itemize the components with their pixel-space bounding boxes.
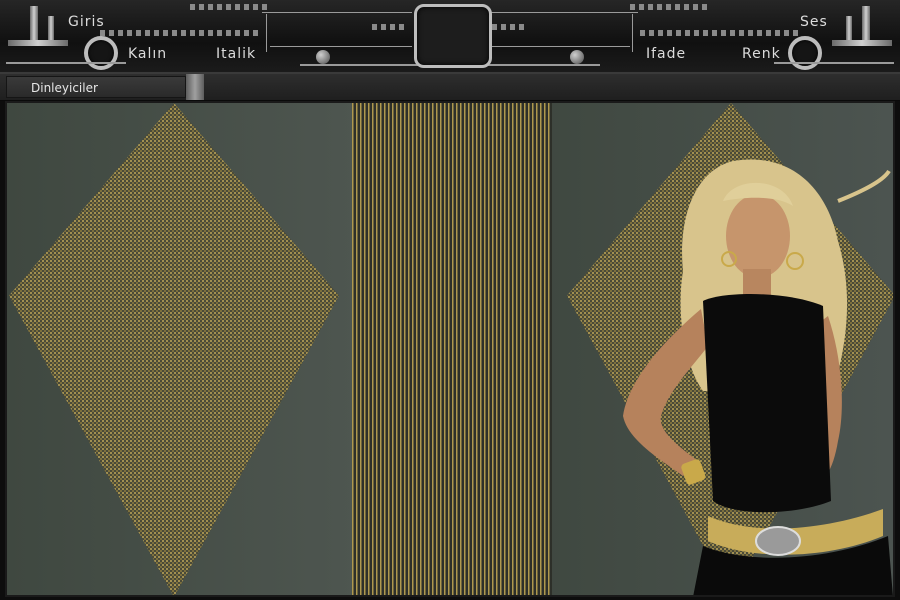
- tab-bar: Dinleyiciler: [0, 74, 900, 101]
- knob-left-icon: [84, 36, 118, 70]
- emoticon-button[interactable]: Ifade: [646, 46, 686, 62]
- left-diamond-decoration: [9, 103, 339, 595]
- right-arc-line: [774, 62, 894, 64]
- left-pillar-decoration: [30, 6, 38, 40]
- sound-button[interactable]: Ses: [800, 14, 828, 30]
- inner-dots-right: [492, 24, 528, 30]
- top-dots-left: [190, 4, 270, 10]
- right-pillar-decoration-2: [846, 16, 852, 40]
- rule-right: [488, 12, 638, 13]
- right-bead: [570, 50, 584, 64]
- rule-left: [262, 12, 412, 13]
- color-button[interactable]: Renk: [742, 46, 781, 62]
- inner-dots-left: [372, 24, 408, 30]
- vertical-mark-left: [266, 14, 267, 52]
- center-stripes-decoration: [352, 103, 552, 595]
- chat-content-area: [5, 101, 895, 597]
- italic-button[interactable]: Italik: [216, 46, 256, 62]
- center-screen-icon: [414, 4, 492, 68]
- bold-button[interactable]: Kalın: [128, 46, 167, 62]
- tab-listeners[interactable]: Dinleyiciler: [6, 76, 186, 98]
- toolbar: Giris Ses Kalın Italik Ifade Renk: [0, 0, 900, 74]
- knob-right-icon: [788, 36, 822, 70]
- right-pillar-decoration: [862, 6, 870, 40]
- left-bead: [316, 50, 330, 64]
- rule-left-lower: [270, 46, 412, 47]
- right-base-decoration: [832, 40, 892, 46]
- tab-handle[interactable]: [186, 74, 204, 100]
- left-pillar-decoration-2: [48, 16, 54, 40]
- left-arc-line: [6, 62, 126, 64]
- mid-dots-left: [100, 30, 260, 36]
- login-button[interactable]: Giris: [68, 14, 105, 30]
- model-photo: [623, 159, 893, 595]
- rule-right-lower: [488, 46, 630, 47]
- top-dots-right: [630, 4, 710, 10]
- left-base-decoration: [8, 40, 68, 46]
- vertical-mark-right: [632, 14, 633, 52]
- mid-dots-right: [640, 30, 800, 36]
